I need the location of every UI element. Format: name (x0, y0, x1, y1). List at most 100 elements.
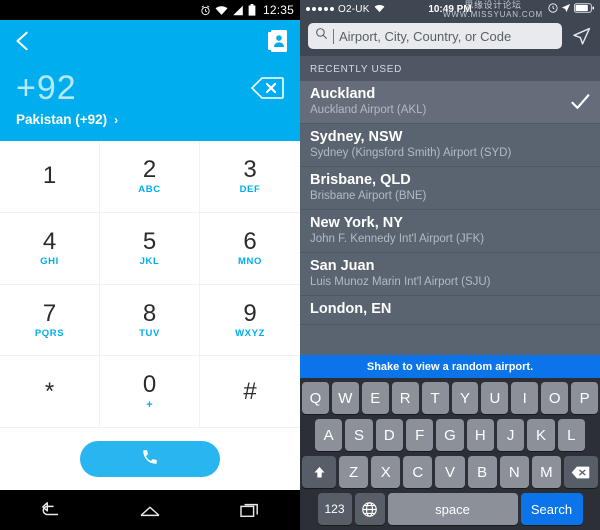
dialpad-key-4[interactable]: 4 GHI (0, 212, 100, 285)
key-n[interactable]: N (499, 456, 529, 488)
call-button-area (0, 428, 300, 490)
key-x[interactable]: X (371, 456, 401, 488)
dialpad-key-hash[interactable]: # (200, 356, 300, 428)
key-letters: ABC (138, 184, 161, 196)
key-p[interactable]: P (571, 382, 599, 414)
key-b[interactable]: B (467, 456, 497, 488)
alarm-icon (200, 5, 211, 16)
key-plus: + (146, 399, 153, 412)
back-nav-icon[interactable] (37, 499, 63, 521)
list-item[interactable]: Brisbane, QLD Brisbane Airport (BNE) (300, 167, 600, 210)
dialpad-key-9[interactable]: 9 WXYZ (200, 285, 300, 357)
shift-icon[interactable] (302, 456, 336, 488)
key-digit: 4 (42, 228, 57, 256)
search-key[interactable]: Search (520, 493, 583, 525)
key-letters: JKL (139, 256, 160, 268)
shake-banner: Shake to view a random airport. (300, 355, 600, 378)
list-item[interactable]: London, EN (300, 296, 600, 325)
keyboard-row-3: Z X C V B N M (302, 456, 598, 488)
key-digit: 7 (42, 299, 57, 327)
key-c[interactable]: C (403, 456, 433, 488)
key-i[interactable]: I (511, 382, 539, 414)
search-placeholder: Airport, City, Country, or Code (339, 28, 512, 44)
delete-icon[interactable] (563, 456, 598, 488)
key-digit: 0 (142, 371, 157, 399)
airport-city: Sydney, NSW (310, 129, 403, 145)
back-arrow-icon[interactable] (12, 30, 34, 52)
space-key[interactable]: space (387, 493, 518, 525)
dialpad-key-3[interactable]: 3 DEF (200, 141, 300, 213)
key-j[interactable]: J (496, 419, 525, 451)
key-digit: 5 (142, 228, 157, 256)
key-w[interactable]: W (331, 382, 359, 414)
key-v[interactable]: V (435, 456, 465, 488)
key-digit: 1 (42, 162, 57, 190)
key-k[interactable]: K (527, 419, 555, 451)
airport-city: Brisbane, QLD (310, 172, 411, 188)
key-t[interactable]: T (421, 382, 449, 414)
dialpad-key-0[interactable]: 0 + (100, 356, 200, 428)
android-app-bar (0, 20, 300, 62)
dialpad-key-7[interactable]: 7 PQRS (0, 284, 100, 357)
home-nav-icon[interactable] (137, 499, 163, 521)
ios-keyboard: Q W E R T Y U I O P A S D F G H J K L Z … (300, 378, 600, 530)
call-button[interactable] (80, 441, 220, 477)
dialpad: 1 2 ABC 3 DEF 4 GHI 5 JKL 6 MNO 7 PQRS 8… (0, 141, 300, 428)
search-input[interactable]: Airport, City, Country, or Code (308, 23, 562, 49)
dialpad-key-5[interactable]: 5 JKL (100, 212, 200, 285)
chevron-right-icon: › (114, 112, 119, 127)
list-item[interactable]: New York, NY John F. Kennedy Int'l Airpo… (300, 210, 600, 253)
section-header-label: RECENTLY USED (310, 64, 403, 75)
dialpad-key-1[interactable]: 1 (0, 141, 100, 213)
contacts-book-icon[interactable] (268, 29, 288, 53)
list-item[interactable]: Sydney, NSW Sydney (Kingsford Smith) Air… (300, 124, 600, 167)
key-q[interactable]: Q (301, 382, 329, 414)
key-u[interactable]: U (481, 382, 509, 414)
list-item[interactable]: Auckland Auckland Airport (AKL) (300, 81, 600, 124)
key-l[interactable]: L (557, 419, 585, 451)
list-item[interactable]: San Juan Luis Munoz Marin Int'l Airport … (300, 253, 600, 296)
key-m[interactable]: M (531, 456, 561, 488)
key-g[interactable]: G (436, 419, 464, 451)
airport-city: London, EN (310, 301, 392, 317)
key-s[interactable]: S (345, 419, 373, 451)
key-d[interactable]: D (375, 419, 403, 451)
dialpad-key-6[interactable]: 6 MNO (200, 213, 300, 285)
key-digit: 3 (243, 156, 257, 184)
checkmark-icon (570, 92, 590, 112)
status-time: 12:35 (262, 3, 294, 17)
key-h[interactable]: H (466, 419, 494, 451)
key-f[interactable]: F (406, 419, 434, 451)
country-label: Pakistan (+92) (16, 112, 108, 127)
key-letters: TUV (139, 327, 160, 339)
wifi-icon (215, 5, 228, 16)
airport-name: Auckland Airport (AKL) (310, 104, 427, 116)
key-digit: 2 (142, 156, 157, 184)
recents-nav-icon[interactable] (237, 499, 263, 521)
dialpad-key-8[interactable]: 8 TUV (100, 284, 200, 357)
keyboard-row-4: 123 space Search (302, 493, 598, 525)
airport-city: New York, NY (310, 215, 403, 231)
country-selector[interactable]: Pakistan (+92) › (0, 112, 300, 141)
battery-icon (248, 4, 256, 16)
key-r[interactable]: R (391, 382, 419, 414)
globe-icon[interactable] (354, 493, 385, 525)
airport-city: Auckland (310, 86, 376, 102)
key-a[interactable]: A (315, 419, 343, 451)
search-bar: Airport, City, Country, or Code (300, 18, 600, 56)
dialpad-key-2[interactable]: 2 ABC (100, 141, 200, 213)
battery-icon (574, 0, 594, 18)
key-z[interactable]: Z (339, 456, 369, 488)
airport-list: Auckland Auckland Airport (AKL) Sydney, … (300, 81, 600, 355)
location-arrow-icon[interactable] (570, 25, 592, 47)
key-letters: DEF (239, 184, 261, 196)
airport-name: John F. Kennedy Int'l Airport (JFK) (310, 233, 485, 245)
location-arrow-icon (561, 0, 571, 18)
signal-icon (232, 5, 244, 16)
numbers-key[interactable]: 123 (317, 493, 352, 525)
key-o[interactable]: O (541, 382, 569, 414)
dialpad-key-star[interactable]: * (0, 356, 100, 428)
key-e[interactable]: E (361, 382, 389, 414)
key-y[interactable]: Y (451, 382, 479, 414)
backspace-icon[interactable] (250, 76, 284, 100)
